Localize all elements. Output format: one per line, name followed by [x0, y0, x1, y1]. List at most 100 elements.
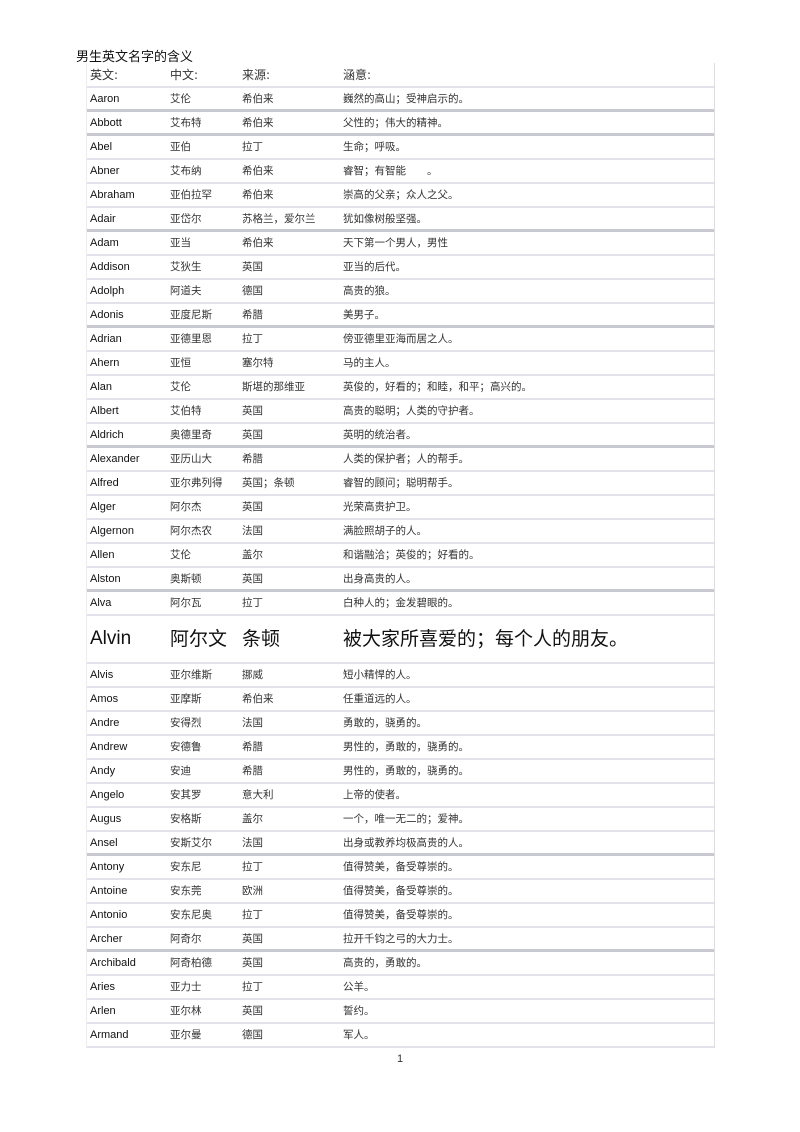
cell-origin: 希腊	[242, 453, 263, 465]
table-row: Algernon 阿尔杰农 法国 满脸照胡子的人。	[87, 520, 714, 544]
table-row: Angelo 安其罗 意大利 上帝的使者。	[87, 784, 714, 808]
cell-meaning: 值得赞美，备受尊崇的。	[343, 909, 459, 921]
page-number: 1	[396, 1053, 404, 1065]
table-row: Andrew 安德鲁 希腊 男性的，勇敢的，骁勇的。	[87, 736, 714, 760]
cell-english: Alger	[90, 501, 116, 513]
table-row: Alva 阿尔瓦 拉丁 白种人的；金发碧眼的。	[87, 592, 714, 616]
cell-english: Algernon	[90, 525, 135, 537]
cell-origin: 塞尔特	[242, 357, 274, 369]
cell-chinese: 亚恒	[170, 357, 191, 369]
table-row: Alan 艾伦 斯堪的那维亚 英俊的，好看的；和睦，和平；高兴的。	[87, 376, 714, 400]
cell-chinese: 安东莞	[170, 885, 202, 897]
table-row: Armand 亚尔曼 德国 军人。	[87, 1024, 714, 1048]
cell-meaning: 男性的，勇敢的，骁勇的。	[343, 765, 469, 777]
cell-origin: 德国	[242, 285, 263, 297]
table-row: Albert 艾伯特 英国 高贵的聪明；人类的守护者。	[87, 400, 714, 424]
cell-english: Aries	[90, 981, 116, 993]
cell-english: Archibald	[90, 957, 136, 969]
cell-chinese: 艾伯特	[170, 405, 202, 417]
cell-english: Abbott	[90, 117, 122, 129]
table-row: Aaron 艾伦 希伯来 巍然的高山；受神启示的。	[87, 88, 714, 112]
cell-meaning: 人类的保护者；人的帮手。	[343, 453, 469, 465]
cell-english: Alston	[90, 573, 121, 585]
cell-chinese: 亚尔维斯	[170, 669, 212, 681]
table-row: Antoine 安东莞 欧洲 值得赞美，备受尊崇的。	[87, 880, 714, 904]
cell-english: Adrian	[90, 333, 122, 345]
cell-meaning: 傍亚德里亚海而居之人。	[343, 333, 459, 345]
cell-origin: 希腊	[242, 741, 263, 753]
cell-english: Alva	[90, 597, 112, 609]
cell-chinese: 亚德里恩	[170, 333, 212, 345]
cell-meaning: 崇高的父亲；众人之父。	[343, 189, 459, 201]
table-row: Adolph 阿道夫 德国 高贵的狼。	[87, 280, 714, 304]
table-row: Aries 亚力士 拉丁 公羊。	[87, 976, 714, 1000]
cell-english: Antonio	[90, 909, 128, 921]
cell-chinese: 亚尔曼	[170, 1029, 202, 1041]
cell-chinese: 安东尼奥	[170, 909, 212, 921]
cell-meaning: 男性的，勇敢的，骁勇的。	[343, 741, 469, 753]
cell-english: Aaron	[90, 93, 120, 105]
cell-meaning: 军人。	[343, 1029, 375, 1041]
cell-english: Abner	[90, 165, 120, 177]
cell-origin: 英国	[242, 933, 263, 945]
cell-english: Andre	[90, 717, 120, 729]
cell-chinese: 艾布纳	[170, 165, 202, 177]
cell-origin: 英国	[242, 429, 263, 441]
cell-meaning: 誓约。	[343, 1005, 375, 1017]
cell-english: Antoine	[90, 885, 128, 897]
table-row: Archibald 阿奇柏德 英国 高贵的，勇敢的。	[87, 952, 714, 976]
cell-english: Archer	[90, 933, 123, 945]
table-row: Alvin 阿尔文 条顿 被大家所喜爱的；每个人的朋友。	[87, 616, 714, 664]
table-row: Abraham 亚伯拉罕 希伯来 崇高的父亲；众人之父。	[87, 184, 714, 208]
cell-english: Adam	[90, 237, 119, 249]
cell-origin: 法国	[242, 837, 263, 849]
cell-meaning: 天下第一个男人，男性	[343, 237, 448, 249]
names-table: 英文: 中文: 来源: 涵意: Aaron 艾伦 希伯来 巍然的高山；受神启示的。 Ab…	[86, 63, 715, 1048]
table-row: Ansel 安斯艾尔 法国 出身或教养均极高贵的人。	[87, 832, 714, 856]
cell-chinese: 亚历山大	[170, 453, 212, 465]
cell-origin: 拉丁	[242, 597, 263, 609]
cell-english: Addison	[90, 261, 130, 273]
cell-origin: 拉丁	[242, 333, 263, 345]
cell-english: Albert	[90, 405, 119, 417]
table-row: Aldrich 奥德里奇 英国 英明的统治者。	[87, 424, 714, 448]
cell-meaning: 上帝的使者。	[343, 789, 406, 801]
cell-english: Andy	[90, 765, 116, 777]
cell-chinese: 艾狄生	[170, 261, 202, 273]
cell-english: Angelo	[90, 789, 125, 801]
table-header-row: 英文: 中文: 来源: 涵意:	[87, 63, 714, 88]
cell-chinese: 艾伦	[170, 549, 191, 561]
table-row: Andy 安迪 希腊 男性的，勇敢的，骁勇的。	[87, 760, 714, 784]
cell-origin: 希伯来	[242, 165, 274, 177]
cell-origin: 盖尔	[242, 549, 263, 561]
cell-meaning: 巍然的高山；受神启示的。	[343, 93, 469, 105]
cell-chinese: 亚尔林	[170, 1005, 202, 1017]
cell-english: Abraham	[90, 189, 135, 201]
cell-chinese: 亚伯	[170, 141, 191, 153]
cell-meaning: 亚当的后代。	[343, 261, 406, 273]
cell-chinese: 阿道夫	[170, 285, 202, 297]
cell-english: Alvis	[90, 669, 114, 681]
cell-meaning: 英俊的，好看的；和睦，和平；高兴的。	[343, 381, 532, 393]
cell-english: Andrew	[90, 741, 128, 753]
cell-chinese: 阿尔文	[170, 628, 228, 650]
cell-chinese: 亚摩斯	[170, 693, 202, 705]
cell-chinese: 阿尔瓦	[170, 597, 202, 609]
table-row: Adrian 亚德里恩 拉丁 傍亚德里亚海而居之人。	[87, 328, 714, 352]
cell-chinese: 阿奇柏德	[170, 957, 212, 969]
cell-english: Alvin	[90, 628, 132, 649]
cell-origin: 欧洲	[242, 885, 263, 897]
table-row: Antonio 安东尼奥 拉丁 值得赞美，备受尊崇的。	[87, 904, 714, 928]
cell-chinese: 安迪	[170, 765, 191, 777]
cell-english: Armand	[90, 1029, 129, 1041]
cell-english: Ansel	[90, 837, 118, 849]
cell-chinese: 亚力士	[170, 981, 202, 993]
table-row: Archer 阿奇尔 英国 拉开千钧之弓的大力士。	[87, 928, 714, 952]
cell-chinese: 艾伦	[170, 381, 191, 393]
cell-origin: 条顿	[242, 628, 281, 650]
cell-origin: 意大利	[242, 789, 274, 801]
cell-english: Abel	[90, 141, 113, 153]
table-row: Abbott 艾布特 希伯来 父性的；伟大的精神。	[87, 112, 714, 136]
cell-origin: 斯堪的那维亚	[242, 381, 305, 393]
cell-meaning: 拉开千钧之弓的大力士。	[343, 933, 459, 945]
